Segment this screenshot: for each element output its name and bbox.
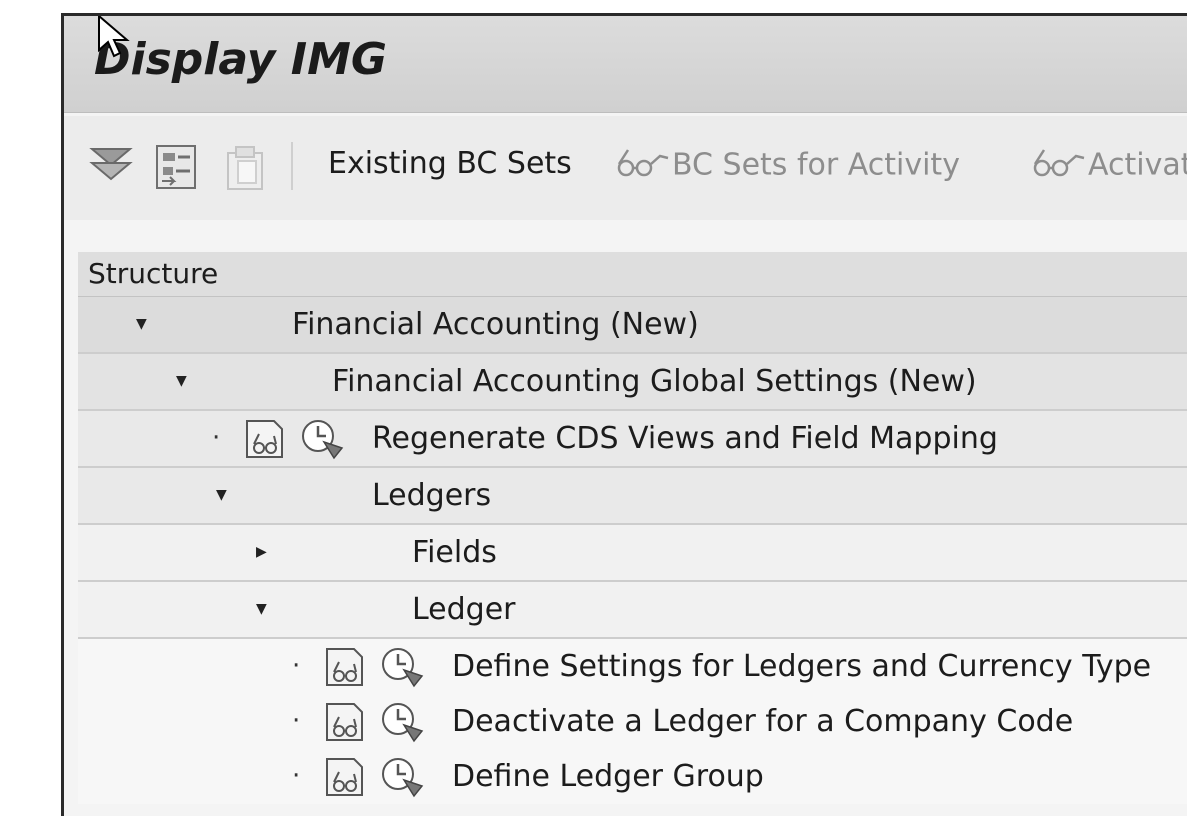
- bc-sets-for-activity-button: BC Sets for Activity: [614, 146, 960, 186]
- tree-node-deactivate-ledger[interactable]: · Deactivate a Ledger for a Company Code: [78, 694, 1187, 749]
- bc-set-glasses-icon: [1030, 146, 1086, 186]
- title-bar: Display IMG: [64, 16, 1187, 113]
- tree-node-regenerate-cds-views[interactable]: · Regenerate CDS Views and Field Mapping: [78, 411, 1187, 468]
- img-window: Display IMG Existing BC Sets BC Sets for…: [61, 13, 1187, 816]
- mouse-cursor-icon: [98, 16, 130, 58]
- tree-node-fields[interactable]: ▶ Fields: [78, 525, 1187, 582]
- expanded-node-icon[interactable]: ▼: [136, 297, 147, 352]
- application-toolbar: Existing BC Sets BC Sets for Activity Ac…: [64, 116, 1187, 220]
- expanded-node-icon[interactable]: ▼: [256, 582, 267, 637]
- collapsed-node-icon[interactable]: ▶: [256, 525, 267, 580]
- tree-node-ledgers[interactable]: ▼ Ledgers: [78, 468, 1187, 525]
- bc-set-glasses-icon: [614, 146, 670, 186]
- tree-node-financial-accounting-new[interactable]: ▼ Financial Accounting (New): [78, 297, 1187, 354]
- leaf-bullet: ·: [292, 651, 301, 681]
- tree-node-global-settings[interactable]: ▼ Financial Accounting Global Settings (…: [78, 354, 1187, 411]
- tree-node-define-settings-ledgers[interactable]: · Define Settings for Ledgers and Curren…: [78, 639, 1187, 694]
- expanded-node-icon[interactable]: ▼: [216, 468, 227, 523]
- expanded-node-icon[interactable]: ▼: [176, 354, 187, 409]
- expand-all-icon[interactable]: [88, 143, 134, 191]
- clipboard-icon: [220, 143, 270, 195]
- document-list-icon[interactable]: [154, 143, 200, 195]
- documentation-icon[interactable]: [324, 756, 370, 816]
- tree-node-ledger[interactable]: ▼ Ledger: [78, 582, 1187, 639]
- toolbar-separator: [291, 142, 293, 190]
- img-structure-tree: Structure ▼ Financial Accounting (New) ▼…: [78, 252, 1187, 804]
- leaf-bullet: ·: [292, 706, 301, 736]
- tree-node-define-ledger-group[interactable]: · Define Ledger Group: [78, 749, 1187, 804]
- execute-activity-clock-icon[interactable]: [380, 756, 426, 816]
- window-title: Display IMG: [94, 34, 387, 85]
- activate-bc-set-button: Activat: [1030, 146, 1187, 186]
- structure-column-header: Structure: [78, 252, 1187, 297]
- leaf-bullet: ·: [292, 761, 301, 791]
- existing-bc-sets-button[interactable]: Existing BC Sets: [328, 146, 572, 181]
- leaf-bullet: ·: [212, 423, 221, 453]
